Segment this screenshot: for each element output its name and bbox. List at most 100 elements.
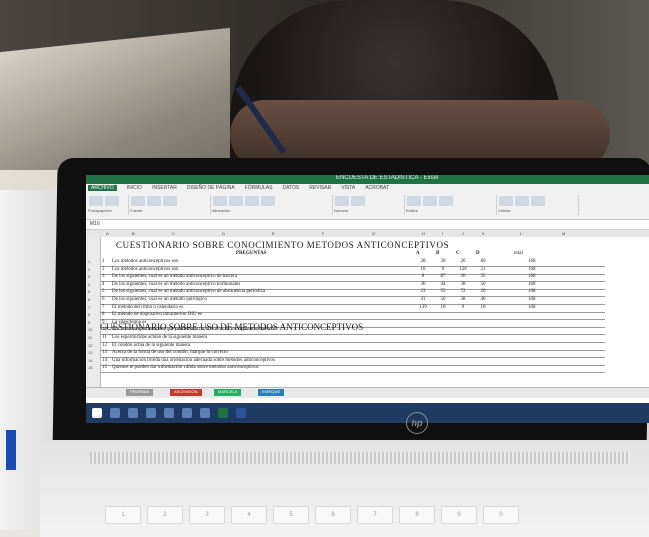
answer-count-b: 50: [440, 297, 446, 302]
answer-count-c: 38: [460, 281, 466, 287]
folder-icon[interactable]: [164, 408, 174, 418]
menu-tab[interactable]: DISEÑO DE PÁGINA: [187, 185, 235, 191]
question-number: 4: [102, 281, 105, 287]
keyboard-key[interactable]: 1: [105, 506, 141, 524]
row-number[interactable]: 9: [88, 320, 90, 325]
keyboard-key[interactable]: 2: [147, 506, 183, 524]
answer-header-a: A: [416, 251, 420, 256]
keyboard-key[interactable]: 7: [357, 506, 393, 524]
store-icon[interactable]: [182, 408, 192, 418]
question-number: 6: [102, 297, 105, 302]
row-total: 168: [528, 259, 536, 264]
sheet-tab[interactable]: ASCENSION: [170, 389, 202, 396]
ribbon-group-number[interactable]: Número: [334, 195, 405, 215]
row-number[interactable]: 1: [88, 259, 90, 264]
menu-tab[interactable]: REVISAR: [309, 185, 331, 191]
menu-tabs: ARCHIVO INICIO INSERTAR DISEÑO DE PÁGINA FÓR…: [88, 185, 389, 191]
excel-taskbar-icon[interactable]: [218, 408, 228, 418]
column-letter[interactable]: F: [322, 231, 324, 236]
row-number[interactable]: 2: [88, 267, 90, 272]
keyboard-key[interactable]: 4: [231, 506, 267, 524]
menu-tab[interactable]: FÓRMULAS: [245, 185, 273, 191]
second-questionnaire-title: CUESTIONARIO SOBRE USO DE METODOS ANTICO…: [100, 322, 364, 332]
worksheet[interactable]: 1 2 3 4 5 6 7 8 9 10 11 12 13 14 15 CUESTIONARIO SOBRE…: [86, 237, 649, 387]
sheet-tab[interactable]: MARCELA: [214, 389, 242, 396]
menu-tab[interactable]: ACROBAT: [365, 185, 389, 191]
sheet-tab[interactable]: ENRIQUE: [258, 389, 285, 396]
column-letter[interactable]: B: [132, 231, 135, 236]
keyboard-key[interactable]: 5: [273, 506, 309, 524]
answer-count-a: 10: [420, 266, 426, 272]
question-number: 8: [102, 312, 105, 318]
browser-icon[interactable]: [146, 408, 156, 418]
ribbon-group-font[interactable]: Fuente: [130, 195, 211, 215]
answer-count-a: 23: [420, 289, 426, 295]
menu-tab[interactable]: VISTA: [341, 185, 355, 191]
keyboard-key[interactable]: 8: [399, 506, 435, 524]
name-box[interactable]: M16: [90, 221, 100, 227]
menu-tab[interactable]: INSERTAR: [152, 185, 177, 191]
question-text: De los siguientes, cual es un método ant…: [112, 281, 241, 287]
question-text: Quienes te pueden dar información válida…: [112, 365, 259, 371]
column-letter[interactable]: E: [272, 231, 275, 236]
column-letter[interactable]: K: [482, 231, 485, 236]
column-letter[interactable]: J: [462, 231, 464, 236]
answer-count-b: 30: [440, 259, 446, 264]
laptop-screen: ENCUESTA DE ESTADISTICA - Excel ARCHIVO I…: [86, 175, 649, 423]
row-number[interactable]: 14: [88, 358, 92, 363]
question-text: Una información brinda una orientación a…: [112, 357, 275, 363]
windows-taskbar: [86, 403, 649, 423]
answer-count-d: 20: [480, 289, 486, 295]
keyboard-key[interactable]: 9: [441, 506, 477, 524]
sheet-tab[interactable]: PRUEBAS: [126, 389, 154, 396]
ribbon-group-alignment[interactable]: Alineación: [212, 195, 333, 215]
mail-icon[interactable]: [200, 408, 210, 418]
question-number: 15: [102, 365, 107, 371]
answer-header-c: C: [456, 251, 460, 256]
menu-tab[interactable]: INICIO: [127, 185, 142, 191]
word-taskbar-icon[interactable]: [236, 408, 246, 418]
keyboard-key[interactable]: 3: [189, 506, 225, 524]
row-number[interactable]: 4: [88, 282, 90, 287]
menu-tab[interactable]: ARCHIVO: [88, 185, 117, 191]
search-icon[interactable]: [110, 408, 120, 418]
answer-header-b: B: [436, 251, 440, 256]
question-text: Los métodos anticonceptivos son: [112, 266, 179, 272]
column-letter[interactable]: G: [372, 231, 375, 236]
ribbon-group-clipboard[interactable]: Portapapeles: [88, 195, 129, 215]
ribbon-group-styles[interactable]: Estilos: [406, 195, 497, 215]
ribbon-group-cells[interactable]: Celdas: [498, 195, 579, 215]
task-view-icon[interactable]: [128, 408, 138, 418]
keyboard-key[interactable]: 0: [483, 506, 519, 524]
question-number: 13: [102, 350, 107, 356]
column-letter[interactable]: C: [172, 231, 175, 236]
hp-logo: hp: [406, 412, 428, 434]
row-number[interactable]: 10: [88, 327, 92, 332]
row-number[interactable]: 13: [88, 350, 92, 355]
row-number[interactable]: 5: [88, 289, 90, 294]
row-number[interactable]: 8: [88, 312, 90, 317]
row-number[interactable]: 7: [88, 305, 90, 310]
column-letter[interactable]: A: [106, 231, 109, 236]
menu-tab[interactable]: DATOS: [282, 185, 299, 191]
column-letter[interactable]: I: [442, 231, 443, 236]
column-letter[interactable]: D: [222, 231, 225, 236]
column-letter[interactable]: L: [520, 231, 522, 236]
row-total: 168: [528, 304, 536, 310]
row-number[interactable]: 6: [88, 297, 90, 302]
row-number[interactable]: 12: [88, 343, 92, 348]
row-number[interactable]: 11: [88, 335, 92, 340]
answer-count-a: 36: [420, 281, 426, 287]
excel-title-bar: ENCUESTA DE ESTADISTICA - Excel: [86, 175, 649, 184]
answer-count-c: 38: [460, 297, 466, 302]
row-number[interactable]: 15: [88, 365, 92, 370]
question-number: 11: [102, 335, 107, 340]
row-number[interactable]: 3: [88, 274, 90, 279]
column-letter[interactable]: H: [422, 231, 425, 236]
start-icon[interactable]: [92, 408, 102, 418]
formula-bar[interactable]: M16: [86, 220, 649, 230]
keyboard-key[interactable]: 6: [315, 506, 351, 524]
answer-count-b: 44: [440, 281, 446, 287]
table-row[interactable]: 15 Quienes te pueden dar información váli…: [100, 365, 605, 374]
column-letter[interactable]: M: [562, 231, 565, 236]
